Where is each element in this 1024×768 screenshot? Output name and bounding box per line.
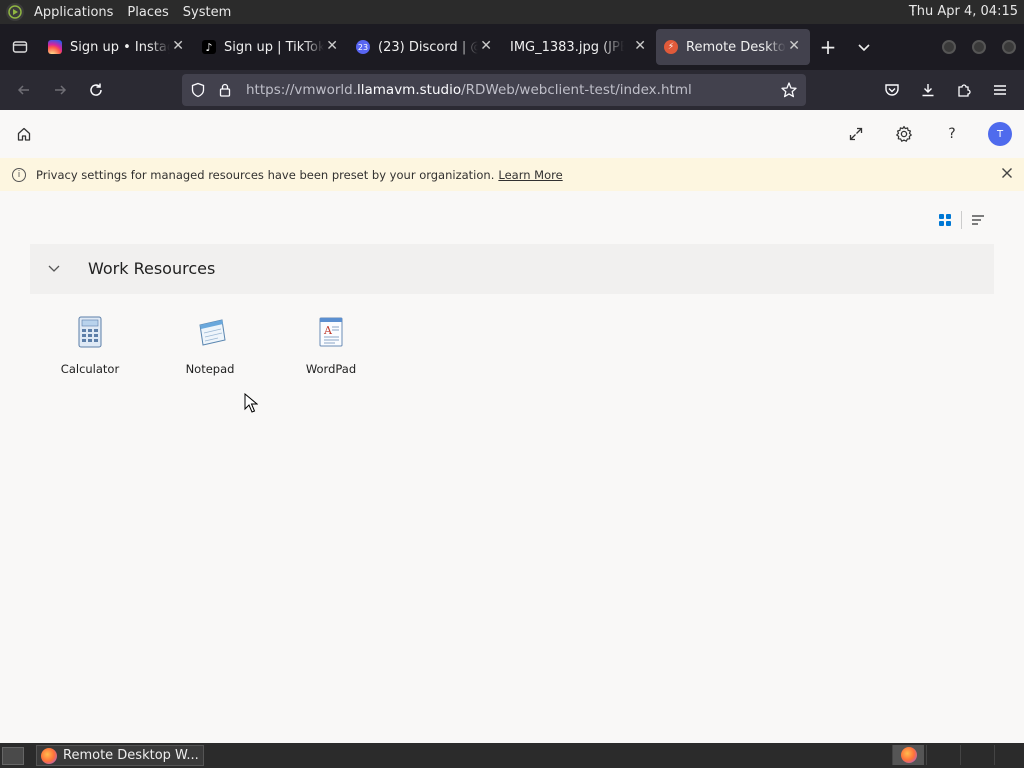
bookmark-star-icon[interactable] bbox=[780, 81, 798, 103]
workspace-4[interactable] bbox=[994, 745, 1024, 765]
new-tab-button[interactable]: + bbox=[810, 29, 846, 65]
tile-view-grid-icon[interactable] bbox=[935, 210, 955, 230]
taskbar-item-label: Remote Desktop W... bbox=[63, 748, 199, 763]
tab-remote-desktop[interactable]: ⚡ Remote Desktop ✕ bbox=[656, 29, 810, 65]
info-icon: i bbox=[12, 167, 26, 182]
tab-title: Sign up • Instagram bbox=[70, 39, 170, 55]
extensions-puzzle-icon[interactable] bbox=[948, 74, 980, 106]
url-host: llamavm.studio bbox=[357, 82, 462, 98]
list-view-icon[interactable] bbox=[968, 210, 988, 230]
calculator-icon bbox=[76, 316, 104, 348]
user-avatar[interactable]: T bbox=[988, 122, 1012, 146]
view-toggle-divider bbox=[961, 211, 962, 229]
forward-arrow-icon[interactable] bbox=[42, 74, 78, 106]
url-path: /RDWeb/webclient-test/index.html bbox=[461, 82, 692, 98]
mouse-cursor-icon bbox=[244, 392, 259, 417]
app-label: Notepad bbox=[185, 362, 235, 376]
list-all-tabs-chevron-icon[interactable] bbox=[846, 29, 882, 65]
workspace-1[interactable] bbox=[892, 745, 924, 765]
settings-gear-icon[interactable] bbox=[892, 122, 916, 146]
home-icon[interactable] bbox=[12, 122, 36, 146]
firefox-icon bbox=[41, 747, 57, 764]
close-tab-icon[interactable]: ✕ bbox=[788, 38, 800, 54]
app-label: WordPad bbox=[305, 362, 357, 376]
clock[interactable]: Thu Apr 4, 04:15 bbox=[909, 4, 1018, 19]
tab-instagram[interactable]: Sign up • Instagram ✕ bbox=[40, 29, 194, 65]
tab-title: (23) Discord | @ bbox=[378, 39, 478, 55]
remote-desktop-icon: ⚡ bbox=[664, 40, 678, 54]
bottom-panel: Remote Desktop W... bbox=[0, 743, 1024, 768]
learn-more-link[interactable]: Learn More bbox=[498, 168, 562, 182]
minimize-window-button[interactable] bbox=[942, 40, 956, 54]
tracking-protection-shield-icon[interactable] bbox=[190, 82, 206, 98]
back-arrow-icon[interactable] bbox=[6, 74, 42, 106]
tiktok-icon: ♪ bbox=[202, 40, 216, 54]
lock-icon[interactable] bbox=[218, 83, 232, 97]
tab-tiktok[interactable]: ♪ Sign up | TikTok ✕ bbox=[194, 29, 348, 65]
notepad-icon bbox=[196, 316, 226, 348]
privacy-message: Privacy settings for managed resources h… bbox=[36, 167, 495, 182]
privacy-notification-bar: i Privacy settings for managed resources… bbox=[0, 158, 1024, 191]
app-tile-notepad[interactable]: Notepad bbox=[160, 316, 260, 386]
close-icon[interactable] bbox=[1000, 166, 1014, 183]
help-question-icon[interactable]: ? bbox=[940, 122, 964, 146]
instagram-icon bbox=[48, 40, 62, 54]
app-tile-wordpad[interactable]: A WordPad bbox=[281, 316, 381, 386]
close-tab-icon[interactable]: ✕ bbox=[634, 38, 646, 54]
tab-title: Sign up | TikTok bbox=[224, 39, 324, 55]
applications-menu[interactable]: Applications bbox=[34, 5, 113, 20]
tab-title: Remote Desktop bbox=[686, 39, 786, 55]
top-panel: Applications Places System Thu Apr 4, 04… bbox=[0, 0, 1024, 24]
tab-title: IMG_1383.jpg (JPEG bbox=[510, 39, 624, 55]
group-title: Work Resources bbox=[88, 259, 216, 278]
workspace-3[interactable] bbox=[960, 745, 992, 765]
tab-discord[interactable]: 23 (23) Discord | @ ✕ bbox=[348, 29, 502, 65]
tab-strip: Sign up • Instagram ✕ ♪ Sign up | TikTok… bbox=[0, 24, 1024, 70]
chevron-down-icon[interactable] bbox=[46, 260, 62, 280]
places-menu[interactable]: Places bbox=[127, 5, 168, 20]
url-bar[interactable]: https://vmworld.llamavm.studio/RDWeb/web… bbox=[182, 74, 806, 106]
show-desktop-icon[interactable] bbox=[2, 746, 24, 765]
taskbar-item-firefox[interactable]: Remote Desktop W... bbox=[36, 745, 204, 766]
app-label: Calculator bbox=[60, 362, 120, 376]
firefox-icon bbox=[901, 747, 917, 763]
close-tab-icon[interactable]: ✕ bbox=[480, 38, 492, 54]
close-tab-icon[interactable]: ✕ bbox=[172, 38, 184, 54]
workspace-2[interactable] bbox=[926, 745, 958, 765]
system-logo-icon[interactable] bbox=[6, 3, 24, 21]
firefox-view-icon[interactable] bbox=[0, 24, 40, 70]
rd-header: ? T bbox=[0, 110, 1024, 158]
pocket-icon[interactable] bbox=[876, 74, 908, 106]
tab-image[interactable]: IMG_1383.jpg (JPEG ✕ bbox=[502, 29, 656, 65]
discord-icon: 23 bbox=[356, 40, 370, 54]
system-menu[interactable]: System bbox=[183, 5, 231, 20]
wordpad-icon: A bbox=[317, 316, 345, 348]
url-text: https://vmworld.llamavm.studio/RDWeb/web… bbox=[246, 82, 692, 98]
downloads-icon[interactable] bbox=[912, 74, 944, 106]
app-tile-calculator[interactable]: Calculator bbox=[40, 316, 140, 386]
resource-group-header[interactable]: Work Resources bbox=[30, 244, 994, 294]
svg-text:A: A bbox=[323, 324, 333, 337]
rd-webclient-page: ? T i Privacy settings for managed resou… bbox=[0, 110, 1024, 743]
maximize-window-button[interactable] bbox=[972, 40, 986, 54]
navigation-toolbar: https://vmworld.llamavm.studio/RDWeb/web… bbox=[0, 70, 1024, 110]
app-menu-hamburger-icon[interactable] bbox=[984, 74, 1016, 106]
fullscreen-expand-icon[interactable] bbox=[844, 122, 868, 146]
close-tab-icon[interactable]: ✕ bbox=[326, 38, 338, 54]
url-prefix: https://vmworld. bbox=[246, 82, 357, 98]
close-window-button[interactable] bbox=[1002, 40, 1016, 54]
reload-icon[interactable] bbox=[78, 74, 114, 106]
